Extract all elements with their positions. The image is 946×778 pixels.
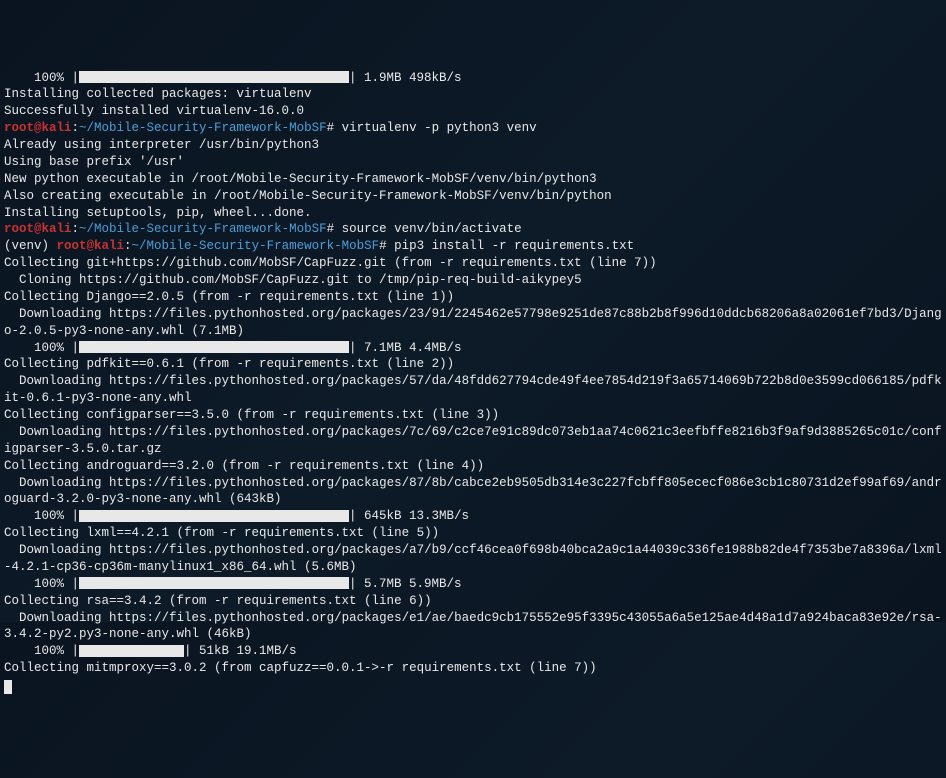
output-line: Downloading https://files.pythonhosted.o…	[4, 610, 942, 644]
output-line: Downloading https://files.pythonhosted.o…	[4, 542, 942, 576]
prompt-sep: :	[72, 222, 80, 236]
output-line: 100% | | 645kB 13.3MB/s	[4, 508, 942, 525]
output-line: Cloning https://github.com/MobSF/CapFuzz…	[4, 272, 942, 289]
command-text: source venv/bin/activate	[334, 222, 522, 236]
prompt-path: ~/Mobile-Security-Framework-MobSF	[79, 222, 327, 236]
prompt-line: root@kali:~/Mobile-Security-Framework-Mo…	[4, 221, 942, 238]
output-line: Collecting pdfkit==0.6.1 (from -r requir…	[4, 356, 942, 373]
output-line: Installing setuptools, pip, wheel...done…	[4, 205, 942, 222]
output-line: Downloading https://files.pythonhosted.o…	[4, 306, 942, 340]
progress-bar-icon	[79, 577, 349, 589]
progress-percent: 100% |	[4, 71, 79, 85]
progress-percent: 100% |	[4, 509, 79, 523]
output-line: Also creating executable in /root/Mobile…	[4, 188, 942, 205]
output-line: Using base prefix '/usr'	[4, 154, 942, 171]
prompt-path: ~/Mobile-Security-Framework-MobSF	[79, 121, 327, 135]
progress-percent: 100% |	[4, 577, 79, 591]
cursor-icon	[4, 680, 12, 694]
output-line: 100% | | 7.1MB 4.4MB/s	[4, 340, 942, 357]
prompt-hash: #	[327, 222, 335, 236]
prompt-line: root@kali:~/Mobile-Security-Framework-Mo…	[4, 120, 942, 137]
prompt-sep: :	[72, 121, 80, 135]
prompt-hash: #	[327, 121, 335, 135]
output-line: 100% | | 1.9MB 498kB/s	[4, 70, 942, 87]
progress-stats: | 5.7MB 5.9MB/s	[349, 577, 462, 591]
progress-stats: | 51kB 19.1MB/s	[184, 644, 297, 658]
output-line: Collecting androguard==3.2.0 (from -r re…	[4, 458, 942, 475]
command-text: virtualenv -p python3 venv	[334, 121, 537, 135]
output-line	[4, 677, 942, 694]
prompt-user: root@kali	[4, 121, 72, 135]
progress-bar-icon	[79, 341, 349, 353]
output-line: Collecting git+https://github.com/MobSF/…	[4, 255, 942, 272]
output-line: Downloading https://files.pythonhosted.o…	[4, 475, 942, 509]
output-line: 100% | | 51kB 19.1MB/s	[4, 643, 942, 660]
output-line: New python executable in /root/Mobile-Se…	[4, 171, 942, 188]
progress-percent: 100% |	[4, 341, 79, 355]
output-line: Already using interpreter /usr/bin/pytho…	[4, 137, 942, 154]
venv-prefix: (venv)	[4, 239, 57, 253]
progress-stats: | 1.9MB 498kB/s	[349, 71, 462, 85]
output-line: Downloading https://files.pythonhosted.o…	[4, 424, 942, 458]
prompt-hash: #	[379, 239, 387, 253]
prompt-path: ~/Mobile-Security-Framework-MobSF	[132, 239, 380, 253]
progress-stats: | 645kB 13.3MB/s	[349, 509, 469, 523]
progress-bar-icon	[79, 71, 349, 83]
output-line: Collecting rsa==3.4.2 (from -r requireme…	[4, 593, 942, 610]
prompt-user: root@kali	[57, 239, 125, 253]
progress-bar-icon	[79, 645, 184, 657]
output-line: Installing collected packages: virtualen…	[4, 86, 942, 103]
prompt-sep: :	[124, 239, 132, 253]
output-line: Downloading https://files.pythonhosted.o…	[4, 373, 942, 407]
output-line: Collecting mitmproxy==3.0.2 (from capfuz…	[4, 660, 942, 677]
output-line: 100% | | 5.7MB 5.9MB/s	[4, 576, 942, 593]
output-line: Collecting Django==2.0.5 (from -r requir…	[4, 289, 942, 306]
progress-percent: 100% |	[4, 644, 79, 658]
prompt-user: root@kali	[4, 222, 72, 236]
prompt-line: (venv) root@kali:~/Mobile-Security-Frame…	[4, 238, 942, 255]
output-line: Collecting configparser==3.5.0 (from -r …	[4, 407, 942, 424]
output-line: Successfully installed virtualenv-16.0.0	[4, 103, 942, 120]
output-line: Collecting lxml==4.2.1 (from -r requirem…	[4, 525, 942, 542]
progress-stats: | 7.1MB 4.4MB/s	[349, 341, 462, 355]
progress-bar-icon	[79, 510, 349, 522]
command-text: pip3 install -r requirements.txt	[387, 239, 635, 253]
terminal-output[interactable]: 100% | | 1.9MB 498kB/sInstalling collecte…	[4, 70, 942, 694]
